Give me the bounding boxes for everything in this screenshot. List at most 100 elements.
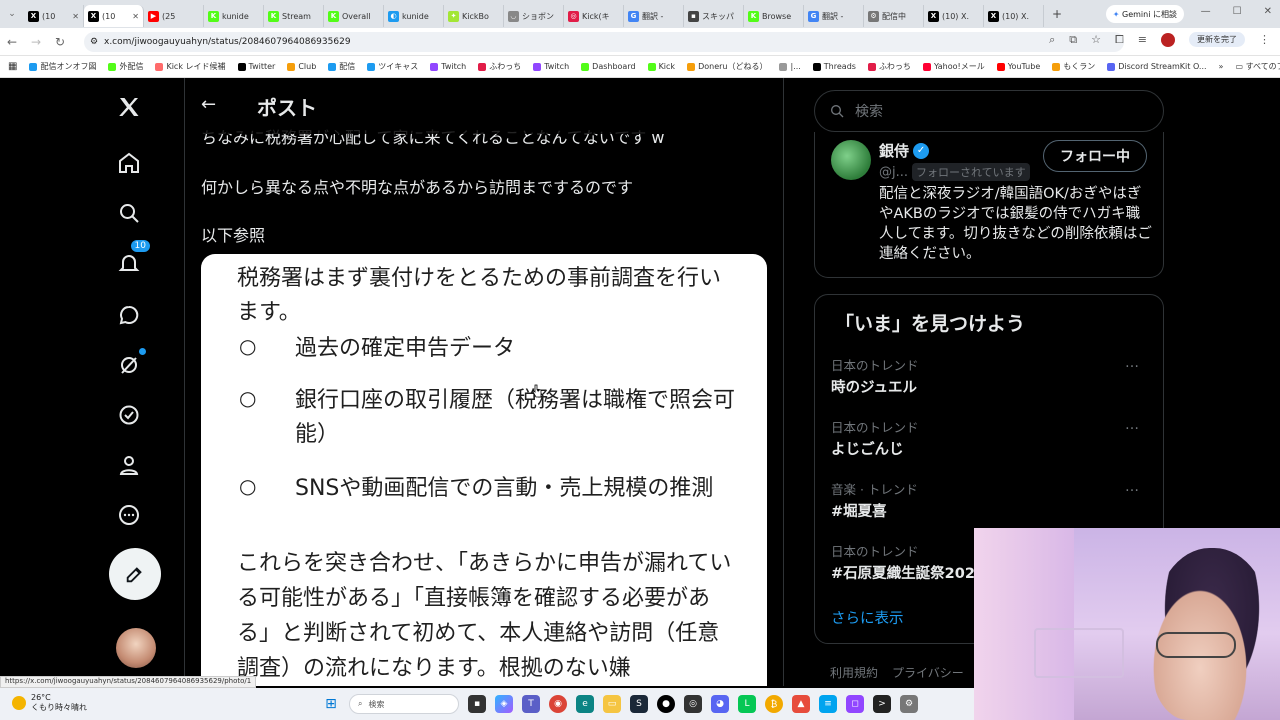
file-explorer-icon[interactable]: ▭: [603, 695, 621, 713]
browser-tab[interactable]: K Browse: [744, 5, 804, 27]
bookmark-item[interactable]: ふわっち: [478, 61, 521, 72]
show-more-link[interactable]: さらに表示: [831, 607, 904, 628]
tab-list-icon[interactable]: ≡: [1138, 33, 1147, 46]
browser-tab[interactable]: X (10) X.: [984, 5, 1044, 27]
twitch-icon[interactable]: ◻: [846, 695, 864, 713]
trend-more-icon[interactable]: …: [1125, 479, 1139, 495]
browser-tab[interactable]: K Overall: [324, 5, 384, 27]
more-icon[interactable]: [114, 500, 144, 530]
post-image[interactable]: 税務署はまず裏付けをとるための事前調査を行います。 ○ 過去の確定申告データ ○…: [201, 254, 767, 686]
chrome-icon[interactable]: ◉: [549, 695, 567, 713]
explore-search-icon[interactable]: [114, 198, 144, 228]
update-button[interactable]: 更新を完了: [1189, 32, 1245, 47]
bookmark-item[interactable]: ふわっち: [867, 61, 911, 72]
grok-icon[interactable]: [114, 348, 146, 380]
notepad-icon[interactable]: ≡: [819, 695, 837, 713]
bookmark-item[interactable]: もくラン: [1052, 61, 1095, 72]
terms-link[interactable]: 利用規約: [830, 664, 878, 681]
bookmark-item[interactable]: YouTube: [996, 61, 1040, 72]
settings-icon[interactable]: ⚙: [900, 695, 918, 713]
compose-post-button[interactable]: [109, 548, 161, 600]
notifications-icon[interactable]: 10: [114, 240, 150, 278]
bookmark-item[interactable]: Club: [287, 61, 316, 72]
home-icon[interactable]: [114, 148, 144, 178]
trend-item[interactable]: 日本のトレンド 時のジュエル …: [831, 355, 1149, 397]
line-icon[interactable]: L: [738, 695, 756, 713]
search-box[interactable]: 検索: [814, 90, 1164, 132]
x-logo-icon[interactable]: [114, 92, 144, 122]
site-info-icon[interactable]: ⚙: [90, 37, 98, 47]
reload-icon[interactable]: ↻: [48, 35, 72, 49]
discord-icon[interactable]: ◕: [711, 695, 729, 713]
profile-avatar-icon[interactable]: [1161, 32, 1175, 47]
task-view-icon[interactable]: ▪: [468, 695, 486, 713]
bookmark-item[interactable]: ツイキャス: [367, 61, 418, 72]
browser-tab[interactable]: ◐ kunide: [384, 5, 444, 27]
bookmark-item[interactable]: 配信: [328, 61, 355, 72]
browser-tab[interactable]: ◎ Kick(キ: [564, 5, 624, 27]
bookmark-item[interactable]: Kick レイド候補: [155, 61, 226, 72]
browser-tab[interactable]: ▶ (25: [144, 5, 204, 27]
bookmark-star-icon[interactable]: ☆: [1091, 33, 1101, 46]
profile-icon[interactable]: [114, 450, 144, 480]
tab-close-icon[interactable]: ✕: [72, 12, 79, 21]
coin-app-icon[interactable]: ₿: [765, 695, 783, 713]
tab-search-button[interactable]: ⌄: [0, 9, 24, 19]
bookmark-item[interactable]: Yahoo!メール: [922, 61, 985, 72]
bookmark-item[interactable]: Twitch: [533, 61, 569, 72]
profile-name[interactable]: 銀侍: [879, 140, 909, 161]
new-tab-button[interactable]: +: [1052, 7, 1062, 21]
trend-more-icon[interactable]: …: [1125, 417, 1139, 433]
browser-tab[interactable]: ⚙ 配信中: [864, 5, 924, 27]
teams-icon[interactable]: T: [522, 695, 540, 713]
bookmark-item[interactable]: 配信オンオフ図: [29, 61, 96, 72]
back-nav-icon[interactable]: ←: [0, 35, 24, 49]
weather-widget[interactable]: 26°C くもり時々晴れ: [12, 693, 87, 713]
obs-icon[interactable]: ●: [657, 695, 675, 713]
all-bookmarks[interactable]: ▭ すべてのブックマーク: [1235, 61, 1280, 72]
bookmark-item[interactable]: Discord StreamKit O...: [1107, 61, 1207, 72]
browser-tab[interactable]: ▪ スキッパ: [684, 5, 744, 27]
taskbar-search[interactable]: ⌕ 検索: [349, 694, 459, 714]
close-window-icon[interactable]: ✕: [1264, 6, 1272, 17]
maximize-icon[interactable]: ☐: [1233, 6, 1242, 17]
browser-tab[interactable]: X (10 ✕: [24, 5, 84, 27]
gemini-button[interactable]: ✦ Gemini に相談: [1105, 5, 1184, 23]
bookmark-item[interactable]: Dashboard: [581, 61, 636, 72]
bookmark-item[interactable]: Twitter: [237, 61, 275, 72]
app-icon[interactable]: ▲: [792, 695, 810, 713]
browser-tab[interactable]: Kkunide: [204, 5, 264, 27]
terminal-icon[interactable]: >: [873, 695, 891, 713]
bookmark-item[interactable]: Twitch: [430, 61, 466, 72]
edge-icon[interactable]: e: [576, 695, 594, 713]
browser-tab[interactable]: X (10) X.: [924, 5, 984, 27]
install-icon[interactable]: ⧉: [1069, 33, 1077, 47]
url-field[interactable]: ⚙ x.com/jiwoogauyuahyn/status/2084607964…: [84, 32, 1124, 52]
following-button[interactable]: フォロー中: [1043, 140, 1147, 172]
bookmarks-overflow-icon[interactable]: »: [1219, 62, 1224, 71]
minimize-icon[interactable]: —: [1201, 6, 1211, 17]
browser-tab[interactable]: X (10 ✕: [84, 5, 144, 27]
app-icon[interactable]: ◎: [684, 695, 702, 713]
trend-more-icon[interactable]: …: [1125, 355, 1139, 371]
bookmark-item[interactable]: Threads: [812, 61, 856, 72]
forward-nav-icon[interactable]: →: [24, 35, 48, 49]
steam-icon[interactable]: S: [630, 695, 648, 713]
zoom-icon[interactable]: ⌕: [1049, 33, 1055, 47]
menu-icon[interactable]: ⋮: [1259, 33, 1270, 46]
bookmark-item[interactable]: Doneru（どねる）: [687, 61, 767, 72]
chat-icon[interactable]: [114, 300, 144, 330]
profile-avatar[interactable]: [831, 140, 871, 180]
copilot-icon[interactable]: ◈: [495, 695, 513, 713]
start-icon[interactable]: ⊞: [322, 695, 340, 713]
back-arrow-icon[interactable]: ←: [201, 94, 216, 115]
browser-tab[interactable]: ✦ KickBo: [444, 5, 504, 27]
browser-tab[interactable]: G 翻訳 -: [804, 5, 864, 27]
bookmark-item[interactable]: Kick: [647, 61, 675, 72]
browser-tab[interactable]: ◡ ショボン: [504, 5, 564, 27]
bookmark-item[interactable]: |...: [779, 61, 801, 72]
tab-close-icon[interactable]: ✕: [132, 12, 139, 21]
browser-tab[interactable]: G 翻訳 -: [624, 5, 684, 27]
bookmark-item[interactable]: 外配信: [108, 61, 143, 72]
apps-icon[interactable]: ▦: [8, 61, 17, 72]
